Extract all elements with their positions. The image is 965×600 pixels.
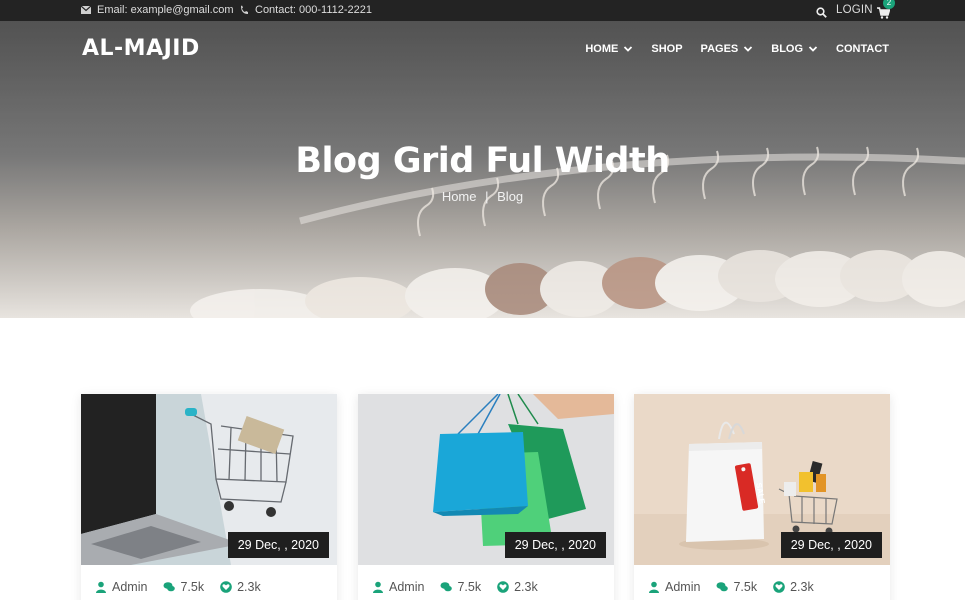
nav-blog[interactable]: BLOG	[771, 43, 818, 55]
breadcrumb: Home | Blog	[0, 189, 965, 204]
envelope-icon	[81, 5, 91, 14]
nav-pages-label: PAGES	[700, 43, 739, 55]
post-likes-count: 2.3k	[790, 580, 814, 594]
user-icon	[373, 581, 383, 593]
post-author[interactable]: Admin	[648, 580, 700, 594]
post-comments[interactable]: 7.5k	[440, 580, 481, 594]
nav-contact-label: CONTACT	[836, 43, 889, 55]
login-link[interactable]: LOGIN	[836, 0, 873, 20]
user-icon	[649, 581, 659, 593]
post-likes-count: 2.3k	[514, 580, 538, 594]
heart-icon	[220, 581, 232, 593]
post-likes[interactable]: 2.3k	[497, 580, 538, 594]
hero-banner: AL-MAJID HOME SHOP PAGES BLOG CONTACT Bl…	[0, 21, 965, 318]
post-date-badge: 29 Dec, , 2020	[780, 532, 882, 558]
blog-card[interactable]: 29 Dec, , 2020 Admin 7.5k 2.3k	[81, 394, 337, 600]
blog-card[interactable]: 29 Dec, , 2020 Admin 7.5k 2.3k	[358, 394, 614, 600]
topbar-contact[interactable]: Contact: 000-1112-2221	[240, 0, 372, 20]
post-comments-count: 7.5k	[180, 580, 205, 594]
post-likes[interactable]: 2.3k	[773, 580, 814, 594]
post-author-name: Admin	[665, 580, 701, 594]
nav-home-label: HOME	[585, 43, 619, 55]
breadcrumb-home[interactable]: Home	[442, 189, 477, 204]
user-icon	[96, 581, 106, 593]
topbar-contact-text: Contact: 000-1112-2221	[255, 3, 373, 16]
phone-icon	[241, 5, 248, 14]
nav-shop-label: SHOP	[651, 43, 683, 55]
comments-icon	[163, 582, 176, 592]
search-button[interactable]	[816, 2, 827, 23]
blog-card[interactable]: SALE 29 Dec, , 2020 Admin 7.5k 2.3k	[634, 394, 890, 600]
post-likes-count: 2.3k	[237, 580, 261, 594]
post-date-badge: 29 Dec, , 2020	[227, 532, 329, 558]
post-comments[interactable]: 7.5k	[163, 580, 204, 594]
post-likes[interactable]: 2.3k	[220, 580, 261, 594]
comments-icon	[440, 582, 453, 592]
post-meta: Admin 7.5k 2.3k	[372, 580, 538, 594]
nav-blog-label: BLOG	[771, 43, 804, 55]
comments-icon	[716, 582, 729, 592]
site-logo[interactable]: AL-MAJID	[82, 36, 200, 61]
post-author-name: Admin	[112, 580, 148, 594]
nav-pages[interactable]: PAGES	[701, 43, 754, 55]
post-comments-count: 7.5k	[457, 580, 482, 594]
breadcrumb-current: Blog	[497, 189, 524, 204]
search-icon	[816, 7, 827, 18]
nav-shop[interactable]: SHOP	[651, 43, 682, 55]
topbar-email[interactable]: Email: example@gmail.com	[81, 0, 234, 20]
post-author[interactable]: Admin	[95, 580, 147, 594]
chevron-down-icon	[808, 46, 818, 52]
nav-home[interactable]: HOME	[585, 43, 633, 55]
heart-icon	[497, 581, 509, 593]
post-comments[interactable]: 7.5k	[716, 580, 757, 594]
heart-icon	[773, 581, 785, 593]
post-meta: Admin 7.5k 2.3k	[648, 580, 814, 594]
cart-count-badge: 2	[883, 0, 895, 9]
breadcrumb-separator: |	[485, 189, 489, 204]
main-nav: HOME SHOP PAGES BLOG CONTACT	[585, 43, 889, 55]
nav-contact[interactable]: CONTACT	[836, 43, 889, 55]
post-comments-count: 7.5k	[733, 580, 758, 594]
chevron-down-icon	[744, 46, 753, 52]
post-author[interactable]: Admin	[372, 580, 424, 594]
post-author-name: Admin	[389, 580, 425, 594]
post-date-badge: 29 Dec, , 2020	[504, 532, 606, 558]
post-meta: Admin 7.5k 2.3k	[95, 580, 261, 594]
chevron-down-icon	[624, 46, 633, 52]
page-title: Blog Grid Ful Width	[295, 141, 670, 181]
topbar-email-text: Email: example@gmail.com	[97, 3, 234, 16]
top-bar: Email: example@gmail.com Contact: 000-11…	[0, 0, 965, 21]
